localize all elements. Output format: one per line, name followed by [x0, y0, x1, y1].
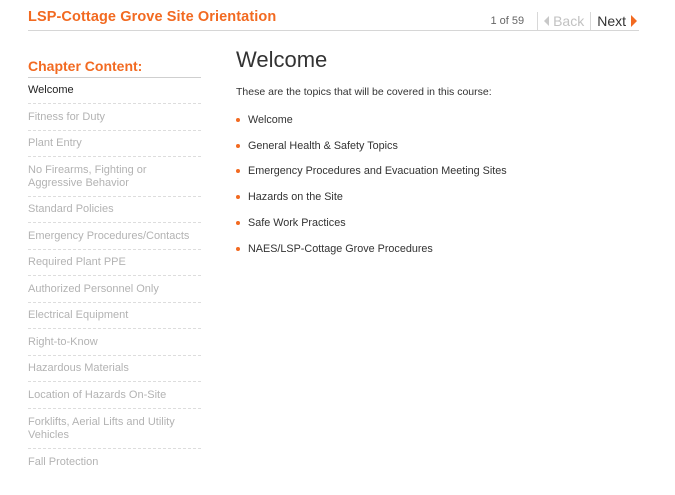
- bullet-icon: [236, 169, 240, 174]
- intro-text: These are the topics that will be covere…: [236, 86, 492, 98]
- content-area: Welcome These are the topics that will b…: [236, 47, 636, 262]
- chapter-item-hazardous-materials[interactable]: Hazardous Materials: [28, 356, 201, 382]
- list-item: NAES/LSP-Cottage Grove Procedures: [236, 236, 636, 262]
- list-item: Welcome: [236, 107, 636, 133]
- topic-label: Emergency Procedures and Evacuation Meet…: [248, 165, 507, 178]
- nav-divider: [590, 12, 592, 30]
- chapter-item-label: No Firearms, Fighting or Aggressive Beha…: [28, 163, 147, 189]
- topic-label: Welcome: [248, 113, 293, 126]
- chapter-item-label: Emergency Procedures/Contacts: [28, 229, 190, 242]
- chapter-item-location-of-hazards[interactable]: Location of Hazards On-Site: [28, 382, 201, 409]
- sidebar-heading: Chapter Content:: [28, 58, 201, 78]
- chapter-item-label: Fall Protection: [28, 455, 99, 468]
- bullet-icon: [236, 117, 240, 122]
- topic-label: NAES/LSP-Cottage Grove Procedures: [248, 242, 433, 255]
- chapter-item-label: Standard Policies: [28, 203, 114, 215]
- list-item: Hazards on the Site: [236, 184, 636, 210]
- chapter-item-right-to-know[interactable]: Right-to-Know: [28, 329, 201, 356]
- topic-label: General Health & Safety Topics: [248, 139, 398, 152]
- topic-list: Welcome General Health & Safety Topics E…: [236, 107, 636, 262]
- chapter-sidebar: Chapter Content: Welcome Fitness for Dut…: [28, 58, 201, 475]
- chapter-item-no-firearms[interactable]: No Firearms, Fighting or Aggressive Beha…: [28, 157, 201, 197]
- next-button-label: Next: [597, 13, 626, 29]
- next-button[interactable]: Next: [597, 13, 637, 29]
- chapter-item-electrical-equipment[interactable]: Electrical Equipment: [28, 303, 201, 329]
- chapter-item-label: Hazardous Materials: [28, 362, 129, 374]
- nav-divider: [537, 12, 539, 30]
- top-bar: LSP-Cottage Grove Site Orientation 1 of …: [28, 0, 639, 31]
- chapter-item-standard-policies[interactable]: Standard Policies: [28, 197, 201, 223]
- bullet-icon: [236, 246, 240, 251]
- chapter-item-fitness-for-duty[interactable]: Fitness for Duty: [28, 104, 201, 131]
- chevron-right-icon: [631, 15, 637, 27]
- chapter-item-forklifts[interactable]: Forklifts, Aerial Lifts and Utility Vehi…: [28, 409, 201, 449]
- chapter-item-label: Forklifts, Aerial Lifts and Utility Vehi…: [28, 415, 175, 441]
- list-item: Emergency Procedures and Evacuation Meet…: [236, 159, 636, 185]
- list-item: General Health & Safety Topics: [236, 133, 636, 159]
- chapter-item-label: Location of Hazards On-Site: [28, 388, 167, 401]
- chapter-item-label: Welcome: [28, 84, 74, 96]
- bullet-icon: [236, 221, 240, 226]
- chapter-item-welcome[interactable]: Welcome: [28, 78, 201, 104]
- topic-label: Safe Work Practices: [248, 217, 346, 230]
- chapter-item-label: Required Plant PPE: [28, 256, 126, 268]
- chapter-item-label: Plant Entry: [28, 137, 82, 149]
- back-button-label: Back: [553, 13, 585, 29]
- chapter-list: Welcome Fitness for Duty Plant Entry No …: [28, 78, 201, 475]
- chapter-item-emergency-procedures[interactable]: Emergency Procedures/Contacts: [28, 223, 201, 250]
- topic-label: Hazards on the Site: [248, 191, 343, 204]
- chapter-item-authorized-personnel[interactable]: Authorized Personnel Only: [28, 276, 201, 303]
- chapter-item-required-ppe[interactable]: Required Plant PPE: [28, 250, 201, 276]
- course-title: LSP-Cottage Grove Site Orientation: [28, 9, 277, 25]
- bullet-icon: [236, 143, 240, 148]
- chapter-item-label: Fitness for Duty: [28, 110, 106, 123]
- chapter-item-label: Electrical Equipment: [28, 309, 129, 321]
- page-navigation: 1 of 59 Back Next: [490, 11, 637, 31]
- page-counter: 1 of 59: [490, 15, 525, 27]
- page-title: Welcome: [236, 47, 328, 72]
- chapter-item-fall-protection[interactable]: Fall Protection: [28, 449, 201, 475]
- chevron-left-icon: [544, 16, 550, 26]
- back-button[interactable]: Back: [544, 13, 584, 29]
- list-item: Safe Work Practices: [236, 210, 636, 236]
- chapter-item-plant-entry[interactable]: Plant Entry: [28, 131, 201, 157]
- chapter-item-label: Right-to-Know: [28, 335, 98, 348]
- chapter-item-label: Authorized Personnel Only: [28, 282, 159, 295]
- bullet-icon: [236, 195, 240, 200]
